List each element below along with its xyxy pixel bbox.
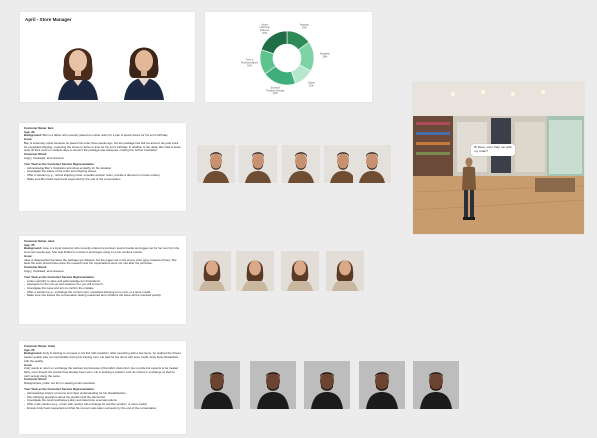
andy-photo xyxy=(359,361,405,409)
donut-slice-label: Apology 15% xyxy=(300,23,309,29)
task-item: Make sure she leaves the conversation fe… xyxy=(24,294,181,298)
donut-chart: Apology 15% Empathy 18% Clarity 12% Solution/P… xyxy=(241,23,330,95)
chart-card: Apology 15% Empathy 18% Clarity 12% Solution/P… xyxy=(205,12,372,102)
ben-photo xyxy=(282,145,320,183)
donut-slice-label: Active Listening/Patience 20% xyxy=(260,23,271,35)
scenario-card-1: Customer Name: Ben Age: 30 Background: B… xyxy=(19,123,186,211)
issue-text: Andy wants to return or exchange the wor… xyxy=(24,366,179,378)
andy-photo xyxy=(194,361,240,409)
scenario-card-3: Customer Name: Andy Age: 25 Background: … xyxy=(19,341,186,434)
task-item: Make sure Ben feels heard and supported … xyxy=(24,177,181,182)
jane-photo xyxy=(236,251,274,291)
speech-bubble: Hi there, can I help me with my order? xyxy=(471,144,515,156)
donut-slice-label: Tone & Professionalism 15% xyxy=(241,59,258,68)
andy-photo xyxy=(413,361,459,409)
store-illustration xyxy=(413,82,584,234)
task-item: Ensure Andy feels respected and that his… xyxy=(24,406,181,411)
issue-text: Jane is disappointed because the package… xyxy=(24,257,177,266)
store-scene: Hi there, can I help me with my order? xyxy=(413,82,584,234)
scenario-1-text: Customer Name: Ben Age: 30 Background: B… xyxy=(19,123,186,185)
task-list: Acknowledge Andy's concerns and show und… xyxy=(24,391,181,411)
donut-slice-label: Solution/Problem-Solving 20% xyxy=(267,86,285,95)
scenario-2-text: Customer Name: Jane Age: 35 Background: … xyxy=(19,236,186,302)
ben-photo xyxy=(239,145,277,183)
background-text: Ben is a father who recently placed an o… xyxy=(42,133,169,138)
donut-slice-label: Clarity 12% xyxy=(308,82,316,88)
avatar-woman-2 xyxy=(116,34,172,100)
avatar-woman-1 xyxy=(50,34,106,100)
donut-slice-label: Empathy 18% xyxy=(320,52,330,58)
ben-photo xyxy=(353,145,391,183)
background-text: Jane is a loyal customer who recently or… xyxy=(24,246,180,255)
jane-photo xyxy=(281,251,319,291)
andy-photo xyxy=(250,361,296,409)
scenario-card-2: Customer Name: Jane Age: 35 Background: … xyxy=(19,236,186,324)
task-list: Listen carefully to Jane and acknowledge… xyxy=(24,279,181,299)
ben-photo xyxy=(197,145,235,183)
profile-title: April - Store Manager xyxy=(25,17,72,22)
task-list: Acknowledge Ben's frustration and show e… xyxy=(24,166,181,182)
issue-text: Ben is extremely upset because he placed… xyxy=(24,140,181,153)
scenario-3-text: Customer Name: Andy Age: 25 Background: … xyxy=(19,341,186,414)
andy-photo xyxy=(304,361,350,409)
profile-card: April - Store Manager xyxy=(20,12,195,102)
background-text: Andy is training to compete in his first… xyxy=(24,351,181,363)
jane-photo xyxy=(193,251,231,291)
jane-photo xyxy=(326,251,364,291)
